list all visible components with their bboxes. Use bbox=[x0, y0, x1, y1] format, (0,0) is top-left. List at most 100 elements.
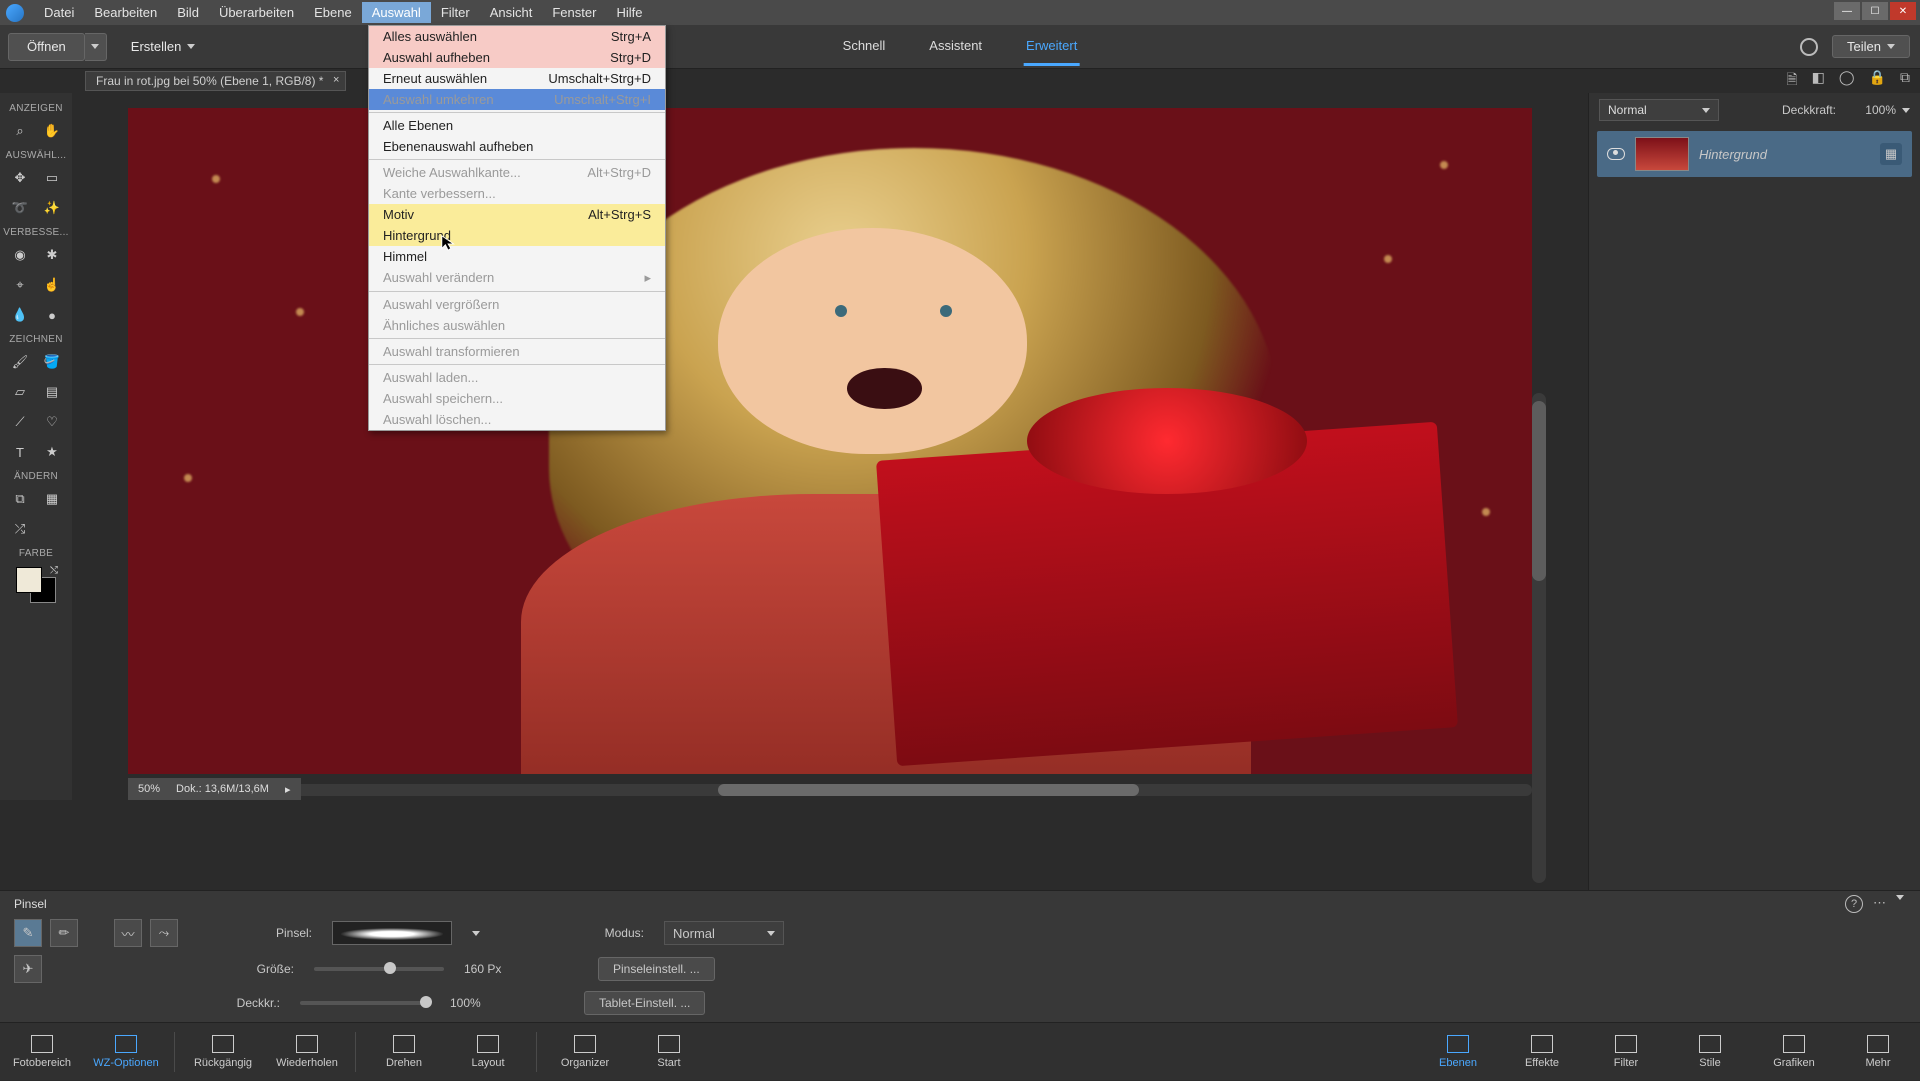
menu-item[interactable]: Himmel bbox=[369, 246, 665, 267]
close-button[interactable]: ✕ bbox=[1890, 2, 1916, 20]
opacity-value[interactable]: 100% bbox=[1842, 103, 1896, 117]
size-slider[interactable] bbox=[314, 967, 444, 971]
help-icon[interactable]: ? bbox=[1845, 895, 1863, 913]
menu-ebene[interactable]: Ebene bbox=[304, 2, 362, 23]
straighten-icon[interactable]: ⤮ bbox=[9, 518, 31, 540]
canvas[interactable] bbox=[128, 108, 1532, 774]
minimize-button[interactable]: — bbox=[1834, 2, 1860, 20]
hand-icon[interactable]: ✋ bbox=[41, 120, 63, 142]
dock-left-drehen[interactable]: Drehen bbox=[362, 1023, 446, 1081]
document-tab[interactable]: Frau in rot.jpg bei 50% (Ebene 1, RGB/8)… bbox=[85, 71, 346, 91]
lasso-icon[interactable]: ➰ bbox=[9, 197, 31, 219]
pencil-tool-variant[interactable]: ✏ bbox=[50, 919, 78, 947]
dock-left-organizer[interactable]: Organizer bbox=[543, 1023, 627, 1081]
mode-tab-erweitert[interactable]: Erweitert bbox=[1024, 28, 1079, 66]
eraser-icon[interactable]: ▱ bbox=[9, 381, 31, 403]
blend-mode-select[interactable]: Normal bbox=[664, 921, 784, 945]
maximize-button[interactable]: ☐ bbox=[1862, 2, 1888, 20]
menu-filter[interactable]: Filter bbox=[431, 2, 480, 23]
document-icon[interactable]: 🗎 bbox=[1786, 69, 1797, 93]
new-layer-icon[interactable]: ◧ bbox=[1812, 69, 1825, 93]
create-button[interactable]: Erstellen bbox=[131, 39, 196, 54]
dock-left-start[interactable]: Start bbox=[627, 1023, 711, 1081]
dock-left-wz-optionen[interactable]: WZ-Optionen bbox=[84, 1023, 168, 1081]
color-swatches[interactable]: ⤭ bbox=[16, 567, 56, 603]
menu-ansicht[interactable]: Ansicht bbox=[480, 2, 543, 23]
open-button[interactable]: Öffnen bbox=[8, 33, 85, 61]
brush-icon[interactable]: 🖌 bbox=[9, 351, 31, 373]
gradient-icon[interactable]: ▤ bbox=[41, 381, 63, 403]
blur-icon[interactable]: 💧 bbox=[9, 304, 31, 326]
brush-tool-variant[interactable]: ✎ bbox=[14, 919, 42, 947]
tablet-settings-button[interactable]: Tablet-Einstell. ... bbox=[584, 991, 705, 1015]
lock-icon[interactable]: 🔒 bbox=[1869, 69, 1886, 93]
menu-datei[interactable]: Datei bbox=[34, 2, 84, 23]
chevron-right-icon[interactable]: ▸ bbox=[285, 783, 291, 796]
zoom-icon[interactable]: ⌕ bbox=[9, 120, 31, 142]
open-dropdown-button[interactable] bbox=[85, 33, 107, 61]
airbrush-toggle[interactable]: ✈ bbox=[14, 955, 42, 983]
dock-right-grafiken[interactable]: Grafiken bbox=[1752, 1023, 1836, 1081]
menu-item[interactable]: Auswahl aufhebenStrg+D bbox=[369, 47, 665, 68]
more-icon[interactable]: ⋯ bbox=[1873, 895, 1886, 913]
dock-right-ebenen[interactable]: Ebenen bbox=[1416, 1023, 1500, 1081]
layer-row[interactable]: Hintergrund ▦ bbox=[1597, 131, 1912, 177]
theme-toggle-icon[interactable] bbox=[1800, 38, 1818, 56]
vertical-scrollbar[interactable] bbox=[1532, 393, 1546, 883]
type-icon[interactable]: T bbox=[9, 441, 31, 463]
bucket-icon[interactable]: 🪣 bbox=[41, 351, 63, 373]
menu-hilfe[interactable]: Hilfe bbox=[606, 2, 652, 23]
smudge-icon[interactable]: ☝ bbox=[41, 274, 63, 296]
scrollbar-thumb[interactable] bbox=[1532, 401, 1546, 581]
sponge-icon[interactable]: ● bbox=[41, 304, 63, 326]
move-icon[interactable]: ✥ bbox=[9, 167, 31, 189]
menu-bearbeiten[interactable]: Bearbeiten bbox=[84, 2, 167, 23]
chevron-down-icon[interactable] bbox=[472, 931, 480, 936]
dock-left-fotobereich[interactable]: Fotobereich bbox=[0, 1023, 84, 1081]
impressionist-brush-variant[interactable]: 〰 bbox=[114, 919, 142, 947]
dock-left-rückgängig[interactable]: Rückgängig bbox=[181, 1023, 265, 1081]
dock-right-effekte[interactable]: Effekte bbox=[1500, 1023, 1584, 1081]
menu-item[interactable]: Ebenenauswahl aufheben bbox=[369, 136, 665, 157]
opacity-slider[interactable] bbox=[300, 1001, 430, 1005]
horizontal-scrollbar[interactable] bbox=[128, 784, 1532, 796]
shape-icon[interactable]: ♡ bbox=[41, 411, 63, 433]
eyedrop-icon[interactable]: ⟋ bbox=[9, 411, 31, 433]
scrollbar-thumb[interactable] bbox=[718, 784, 1139, 796]
brush-settings-button[interactable]: Pinseleinstell. ... bbox=[598, 957, 715, 981]
blend-mode-select[interactable]: Normal bbox=[1599, 99, 1719, 121]
mode-tab-schnell[interactable]: Schnell bbox=[841, 28, 888, 66]
custom-icon[interactable]: ★ bbox=[41, 441, 63, 463]
wand-icon[interactable]: ✨ bbox=[41, 197, 63, 219]
share-button[interactable]: Teilen bbox=[1832, 35, 1910, 58]
crop-icon[interactable]: ⧉ bbox=[9, 488, 31, 510]
dock-right-mehr[interactable]: Mehr bbox=[1836, 1023, 1920, 1081]
dock-left-layout[interactable]: Layout bbox=[446, 1023, 530, 1081]
chevron-down-icon[interactable] bbox=[1896, 895, 1904, 900]
close-tab-icon[interactable]: × bbox=[333, 74, 339, 86]
dock-right-filter[interactable]: Filter bbox=[1584, 1023, 1668, 1081]
recompose-icon[interactable]: ▦ bbox=[41, 488, 63, 510]
chevron-down-icon[interactable] bbox=[1902, 108, 1910, 113]
color-replace-variant[interactable]: ⤳ bbox=[150, 919, 178, 947]
mask-icon[interactable]: ◯ bbox=[1839, 69, 1855, 93]
menu-item[interactable]: MotivAlt+Strg+S bbox=[369, 204, 665, 225]
menu-item[interactable]: Erneut auswählenUmschalt+Strg+D bbox=[369, 68, 665, 89]
menu-auswahl[interactable]: Auswahl bbox=[362, 2, 431, 23]
layer-lock-icon[interactable]: ▦ bbox=[1880, 143, 1902, 165]
redeye-icon[interactable]: ◉ bbox=[9, 244, 31, 266]
menu-bild[interactable]: Bild bbox=[167, 2, 209, 23]
mode-tab-assistent[interactable]: Assistent bbox=[927, 28, 984, 66]
clone-icon[interactable]: ⌖ bbox=[9, 274, 31, 296]
link-icon[interactable]: ⧉ bbox=[1900, 69, 1910, 93]
spot-icon[interactable]: ✱ bbox=[41, 244, 63, 266]
dock-right-stile[interactable]: Stile bbox=[1668, 1023, 1752, 1081]
marquee-icon[interactable]: ▭ bbox=[41, 167, 63, 189]
menu-fenster[interactable]: Fenster bbox=[542, 2, 606, 23]
menu-item[interactable]: Alle Ebenen bbox=[369, 115, 665, 136]
menu-item[interactable]: Alles auswählenStrg+A bbox=[369, 26, 665, 47]
menu-item[interactable]: Hintergrund bbox=[369, 225, 665, 246]
swap-colors-icon[interactable]: ⤭ bbox=[50, 565, 58, 576]
dock-left-wiederholen[interactable]: Wiederholen bbox=[265, 1023, 349, 1081]
menu-überarbeiten[interactable]: Überarbeiten bbox=[209, 2, 304, 23]
